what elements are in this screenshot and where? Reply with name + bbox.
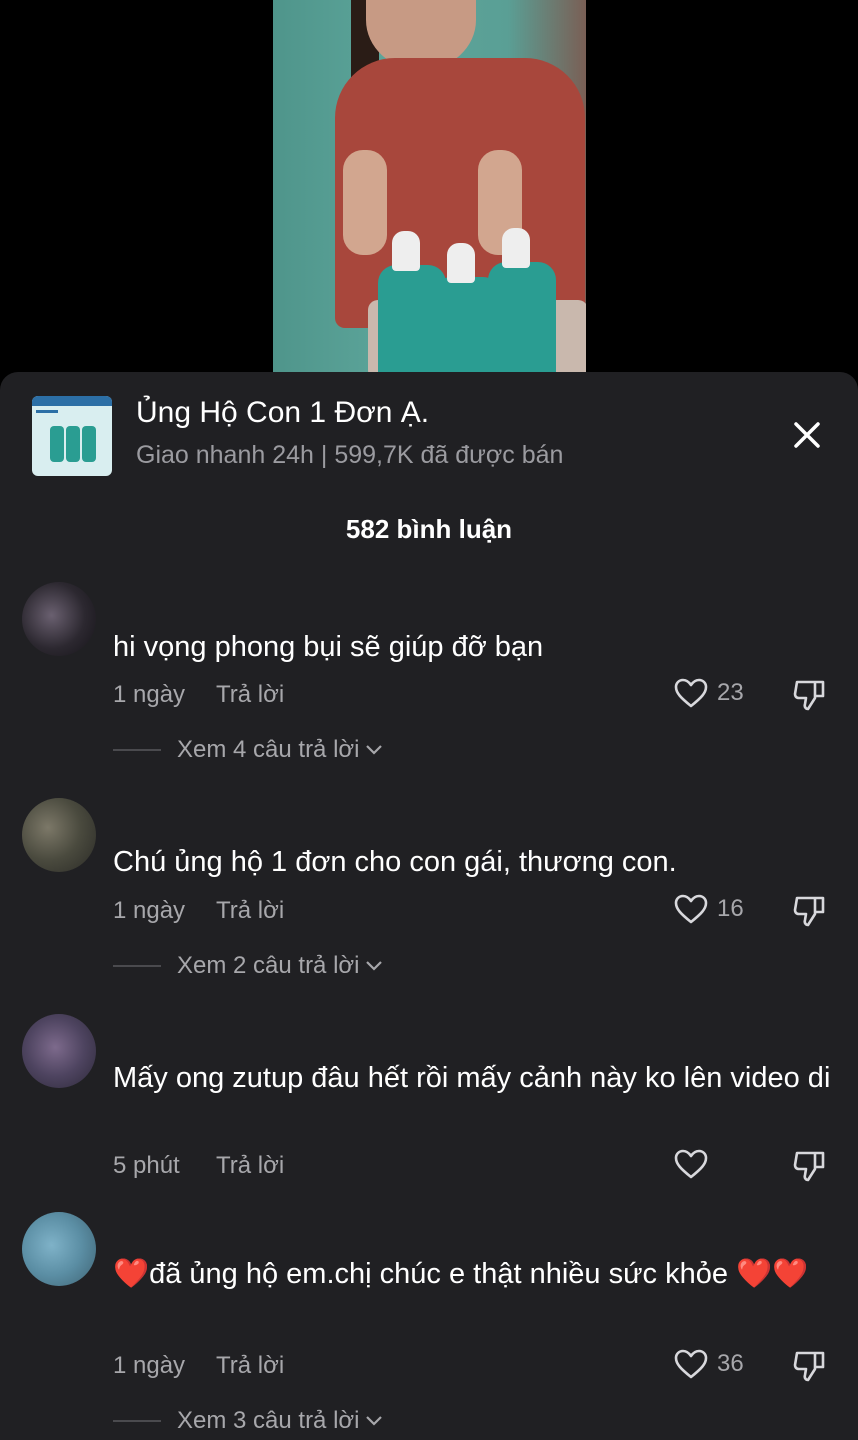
like-button[interactable]: [673, 1148, 717, 1180]
video-person-arm-left: [343, 150, 387, 255]
product-title[interactable]: Ủng Hộ Con 1 Đơn Ạ.: [136, 396, 429, 430]
view-replies-button[interactable]: Xem 2 câu trả lời: [113, 952, 383, 980]
like-count: 36: [717, 1350, 744, 1377]
avatar[interactable]: [22, 582, 96, 656]
like-count: 16: [717, 895, 744, 922]
reply-button[interactable]: Trả lời: [216, 1152, 284, 1180]
video-frame[interactable]: [273, 0, 586, 380]
heart-outline-icon: [674, 1149, 708, 1179]
view-replies-button[interactable]: Xem 4 câu trả lời: [113, 736, 383, 764]
dislike-icon[interactable]: [791, 1147, 829, 1183]
heart-outline-icon: [674, 1349, 708, 1379]
view-replies-label: Xem 3 câu trả lời: [177, 1407, 360, 1434]
comment-time: 5 phút: [113, 1152, 180, 1179]
comments-count: 582 bình luận: [345, 514, 513, 544]
chevron-down-icon: [366, 1416, 383, 1426]
chevron-down-icon: [366, 745, 383, 755]
comment-text: Chú ủng hộ 1 đơn cho con gái, thương con…: [113, 846, 677, 878]
view-replies-label: Xem 2 câu trả lời: [177, 952, 360, 979]
like-count: 23: [717, 679, 744, 706]
like-button[interactable]: 23: [673, 677, 744, 709]
comment-text: ❤️đã ủng hộ em.chị chúc e thật nhiều sức…: [113, 1258, 809, 1290]
video-player[interactable]: [0, 0, 858, 380]
like-button[interactable]: 16: [673, 893, 744, 925]
avatar[interactable]: [22, 1212, 96, 1286]
comments-sheet: Ủng Hộ Con 1 Đơn Ạ. Giao nhanh 24h | 599…: [0, 372, 858, 1440]
avatar[interactable]: [22, 1014, 96, 1088]
dislike-icon[interactable]: [791, 1347, 829, 1383]
view-replies-label: Xem 4 câu trả lời: [177, 736, 360, 763]
dislike-icon[interactable]: [791, 676, 829, 712]
product-subtitle: Giao nhanh 24h | 599,7K đã được bán: [136, 441, 564, 469]
heart-outline-icon: [674, 678, 708, 708]
reply-button[interactable]: Trả lời: [216, 1352, 284, 1380]
product-bottle: [488, 228, 556, 380]
reply-button[interactable]: Trả lời: [216, 897, 284, 925]
comment-text: hi vọng phong bụi sẽ giúp đỡ bạn: [113, 631, 544, 663]
product-thumbnail[interactable]: [32, 396, 112, 476]
comment-time: 1 ngày: [113, 1352, 186, 1379]
comment-text: Mấy ong zutup đâu hết rồi mấy cảnh này k…: [113, 1062, 831, 1094]
heart-outline-icon: [674, 894, 708, 924]
chevron-down-icon: [366, 961, 383, 971]
dislike-icon[interactable]: [791, 892, 829, 928]
close-icon[interactable]: [788, 416, 826, 454]
reply-button[interactable]: Trả lời: [216, 681, 284, 709]
view-replies-button[interactable]: Xem 3 câu trả lời: [113, 1407, 383, 1435]
like-button[interactable]: 36: [673, 1348, 744, 1380]
avatar[interactable]: [22, 798, 96, 872]
comment-time: 1 ngày: [113, 897, 186, 924]
comment-time: 1 ngày: [113, 681, 186, 708]
